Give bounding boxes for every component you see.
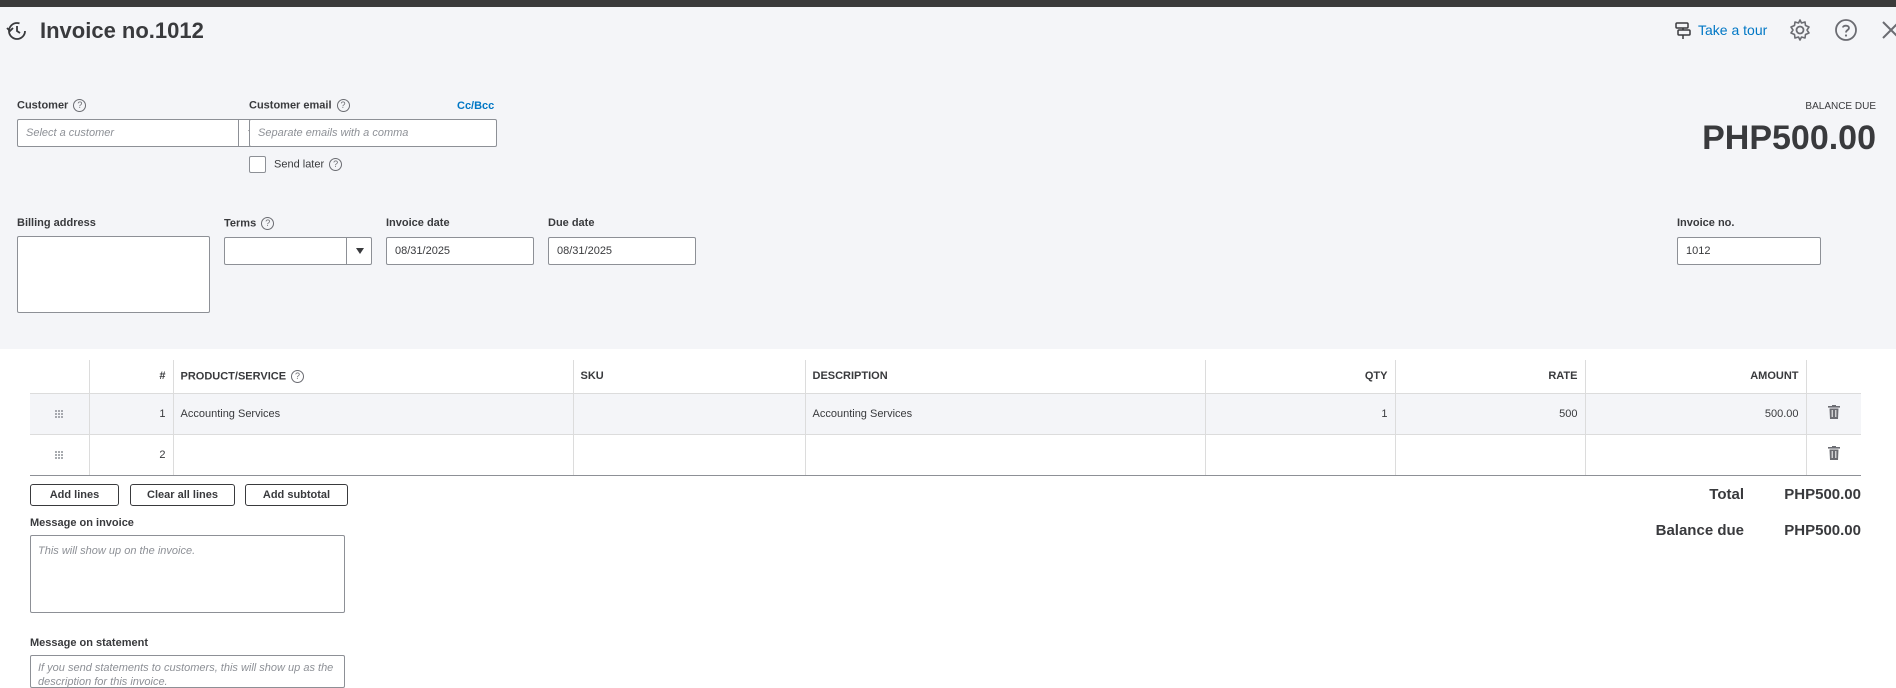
column-header-qty: QTY [1205, 360, 1396, 394]
top-bar [0, 0, 1896, 7]
drag-handle-icon [55, 409, 64, 418]
send-later-checkbox[interactable] [249, 156, 266, 173]
balance-due-amount: PHP500.00 [1702, 119, 1876, 157]
due-date-input[interactable]: 08/31/2025 [548, 237, 696, 265]
description-cell[interactable] [805, 434, 1206, 476]
line-number: 2 [89, 434, 174, 476]
column-header-sku: SKU [573, 360, 806, 394]
total-amount: PHP500.00 [1784, 486, 1861, 503]
take-a-tour-link[interactable]: Take a tour [1674, 21, 1767, 39]
customer-email-help-icon[interactable]: ? [336, 99, 350, 112]
message-on-invoice-label: Message on invoice [30, 517, 134, 529]
table-row[interactable]: 1 Accounting Services Accounting Service… [30, 393, 1861, 435]
customer-select-placeholder: Select a customer [26, 127, 115, 139]
due-date-value: 08/31/2025 [557, 245, 613, 257]
settings-gear-icon[interactable] [1788, 18, 1812, 42]
billing-address-textarea[interactable] [17, 236, 210, 313]
cc-bcc-link[interactable]: Cc/Bcc [457, 100, 494, 112]
invoice-number-input[interactable]: 1012 [1677, 237, 1821, 265]
terms-dropdown-button[interactable] [346, 238, 372, 264]
qty-cell[interactable] [1205, 434, 1396, 476]
column-header-description: DESCRIPTION [805, 360, 1206, 394]
message-on-invoice-textarea[interactable]: This will show up on the invoice. [30, 535, 345, 613]
customer-email-label: Customer email? [249, 99, 350, 112]
billing-address-label: Billing address [17, 217, 96, 229]
add-subtotal-button[interactable]: Add subtotal [245, 484, 348, 506]
column-header-product: PRODUCT/SERVICE? [173, 360, 574, 394]
customer-select[interactable]: Select a customer [17, 119, 270, 147]
trash-icon [1827, 446, 1840, 460]
product-help-icon[interactable]: ? [291, 369, 305, 383]
terms-label-text: Terms [224, 217, 257, 230]
add-lines-button[interactable]: Add lines [30, 484, 119, 506]
invoice-header-panel [0, 7, 1896, 349]
customer-help-icon[interactable]: ? [73, 99, 87, 112]
balance-due-total-label: Balance due [1655, 522, 1744, 539]
take-a-tour-label[interactable]: Take a tour [1698, 22, 1767, 38]
invoice-number-label: Invoice no. [1677, 217, 1735, 229]
signpost-icon [1675, 22, 1691, 39]
drag-handle-icon [55, 450, 64, 459]
invoice-date-value: 08/31/2025 [395, 245, 451, 257]
delete-line-button[interactable] [1806, 434, 1861, 476]
rate-cell[interactable]: 500 [1395, 393, 1586, 435]
clear-all-lines-button[interactable]: Clear all lines [130, 484, 235, 506]
line-items-table: # PRODUCT/SERVICE? SKU DESCRIPTION QTY R… [30, 360, 1861, 476]
customer-label-text: Customer [17, 99, 69, 112]
send-later-label: Send later? [274, 158, 343, 171]
trash-icon [1827, 405, 1840, 419]
drag-handle[interactable] [30, 393, 90, 435]
help-icon[interactable] [1834, 18, 1858, 42]
total-label: Total [1709, 486, 1744, 503]
customer-email-input[interactable]: Separate emails with a comma [249, 119, 497, 147]
sku-cell[interactable] [573, 393, 806, 435]
rate-cell[interactable] [1395, 434, 1586, 476]
invoice-date-input[interactable]: 08/31/2025 [386, 237, 534, 265]
drag-column-header [30, 360, 90, 394]
terms-help-icon[interactable]: ? [261, 217, 275, 230]
caret-down-icon [355, 248, 364, 254]
message-on-statement-placeholder: If you send statements to customers, thi… [38, 662, 334, 688]
balance-due-label: BALANCE DUE [1805, 101, 1876, 112]
product-cell[interactable]: Accounting Services [173, 393, 574, 435]
delete-column-header [1806, 360, 1861, 394]
balance-due-total-amount: PHP500.00 [1784, 522, 1861, 539]
amount-cell[interactable] [1585, 434, 1807, 476]
table-header-row: # PRODUCT/SERVICE? SKU DESCRIPTION QTY R… [30, 360, 1861, 394]
drag-handle[interactable] [30, 434, 90, 476]
column-header-number: # [89, 360, 174, 394]
delete-line-button[interactable] [1806, 393, 1861, 435]
due-date-label: Due date [548, 217, 595, 229]
description-cell[interactable]: Accounting Services [805, 393, 1206, 435]
terms-label: Terms? [224, 217, 275, 230]
qty-cell[interactable]: 1 [1205, 393, 1396, 435]
message-on-invoice-placeholder: This will show up on the invoice. [38, 545, 196, 557]
table-row[interactable]: 2 [30, 434, 1861, 476]
send-later-help-icon[interactable]: ? [329, 158, 343, 171]
column-header-rate: RATE [1395, 360, 1586, 394]
close-icon[interactable] [1880, 18, 1896, 42]
customer-label: Customer? [17, 99, 87, 112]
column-header-product-text: PRODUCT/SERVICE [180, 370, 287, 383]
customer-email-placeholder: Separate emails with a comma [258, 127, 409, 139]
invoice-number-value: 1012 [1686, 245, 1711, 257]
terms-select[interactable] [224, 237, 372, 265]
invoice-date-label: Invoice date [386, 217, 450, 229]
column-header-amount: AMOUNT [1585, 360, 1807, 394]
customer-email-label-text: Customer email [249, 99, 332, 112]
message-on-statement-textarea[interactable]: If you send statements to customers, thi… [30, 655, 345, 688]
message-on-statement-label: Message on statement [30, 637, 148, 649]
recent-history-icon[interactable] [5, 19, 29, 43]
send-later-text: Send later [274, 158, 325, 171]
amount-cell[interactable]: 500.00 [1585, 393, 1807, 435]
page-title: Invoice no.1012 [40, 18, 204, 43]
line-number: 1 [89, 393, 174, 435]
sku-cell[interactable] [573, 434, 806, 476]
product-cell[interactable] [173, 434, 574, 476]
